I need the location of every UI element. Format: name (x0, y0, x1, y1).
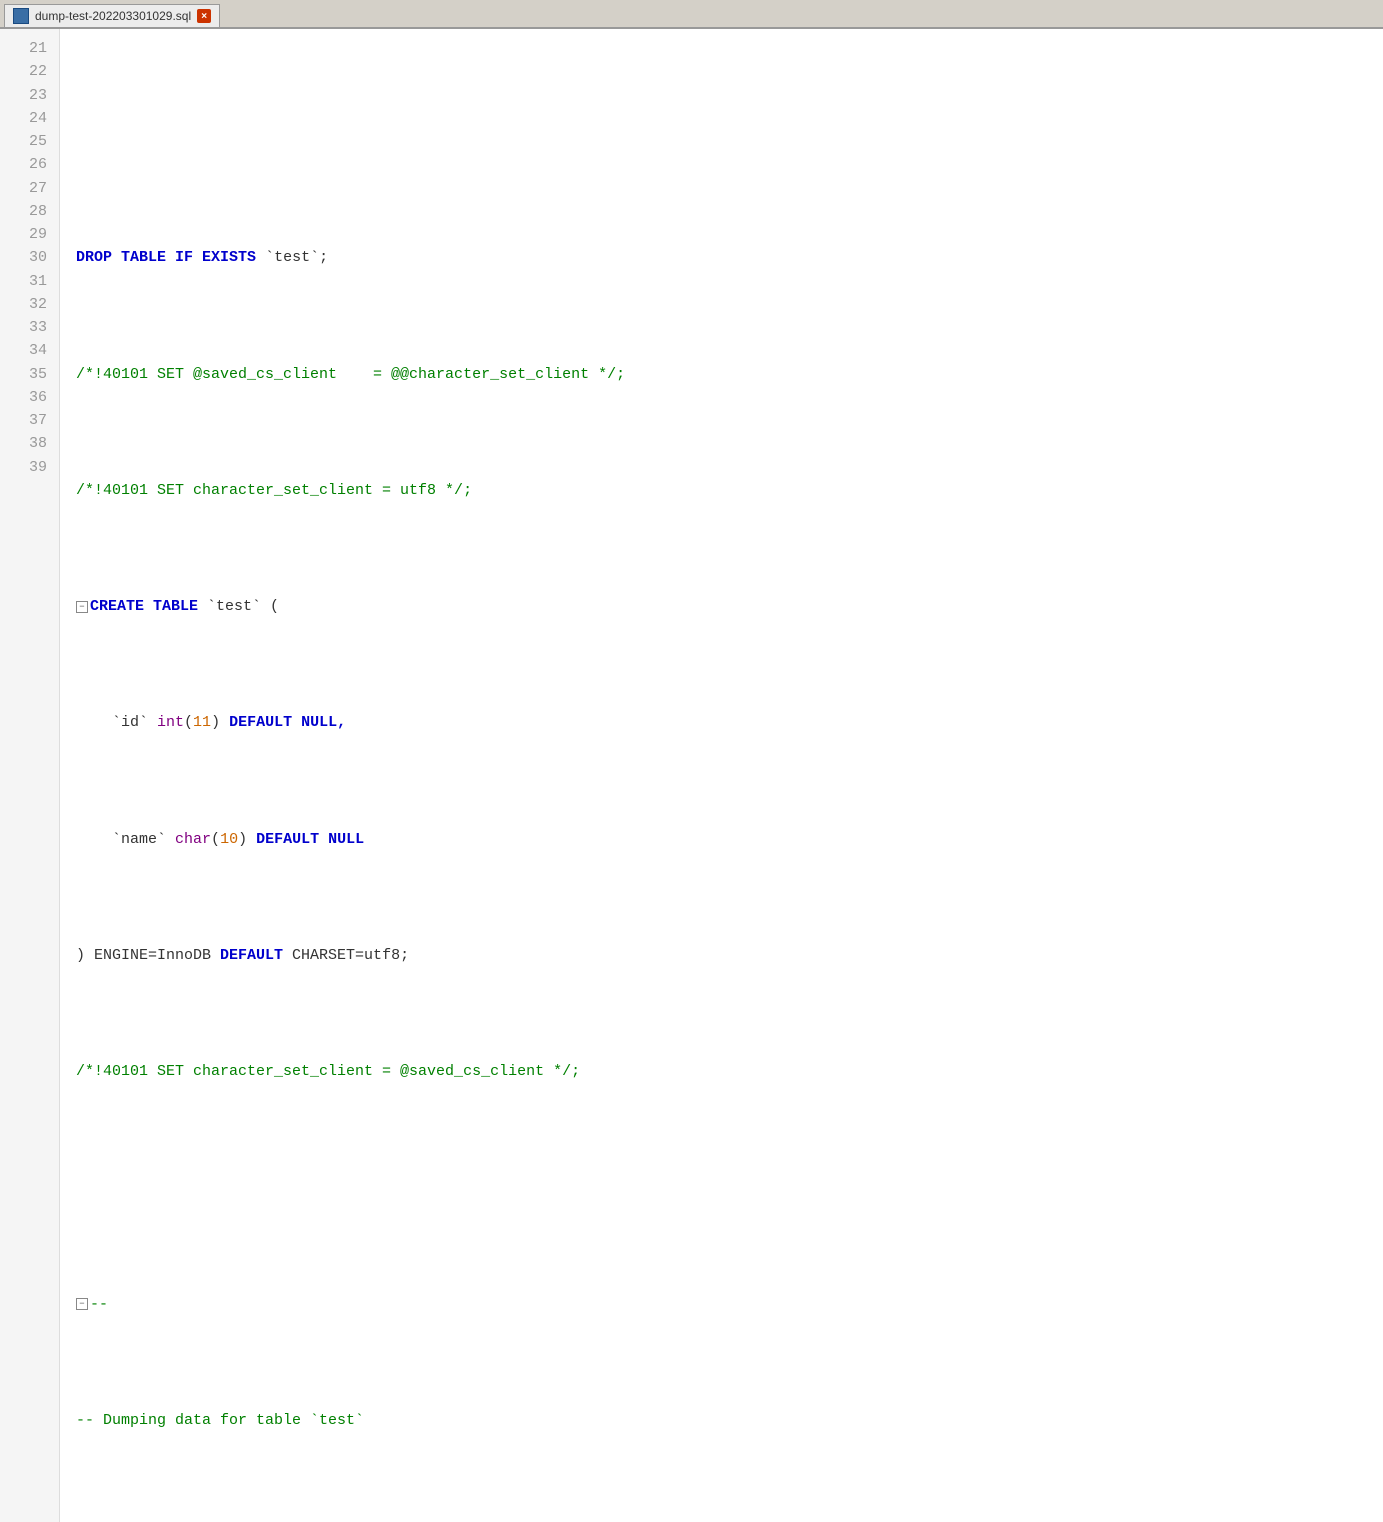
indent-27: `name` (76, 828, 175, 851)
code-line-31: −-- (76, 1293, 1383, 1316)
kw-table: TABLE (121, 246, 175, 269)
paren-close: ) (211, 711, 229, 734)
comment-29: /*!40101 SET character_set_client = @sav… (76, 1060, 580, 1083)
paren-close-27: ) (238, 828, 256, 851)
code-line-29: /*!40101 SET character_set_client = @sav… (76, 1060, 1383, 1083)
comment-31: -- (90, 1293, 108, 1316)
line-number: 28 (0, 200, 59, 223)
kw-default-28: DEFAULT (220, 944, 283, 967)
kw-create: CREATE (90, 595, 144, 618)
code-line-21 (76, 130, 1383, 153)
paren-open-27: ( (211, 828, 220, 851)
plain-text: `test`; (256, 246, 328, 269)
line-number: 30 (0, 246, 59, 269)
line-number: 26 (0, 153, 59, 176)
paren-open: ( (184, 711, 193, 734)
line-number: 33 (0, 316, 59, 339)
comment-23: /*!40101 SET @saved_cs_client = @@charac… (76, 363, 625, 386)
indent-26: `id` (76, 711, 157, 734)
code-line-23: /*!40101 SET @saved_cs_client = @@charac… (76, 363, 1383, 386)
line-number: 38 (0, 432, 59, 455)
line-number: 27 (0, 177, 59, 200)
line-number: 35 (0, 363, 59, 386)
editor-container: 21 22 23 24 25 26 27 28 29 30 31 32 33 3… (0, 29, 1383, 1522)
kw-table-25: TABLE (153, 595, 198, 618)
line-number: 23 (0, 84, 59, 107)
tab-close-button[interactable]: × (197, 9, 211, 23)
code-line-22: DROP TABLE IF EXISTS `test`; (76, 246, 1383, 269)
type-char: char (175, 828, 211, 851)
code-line-30 (76, 1176, 1383, 1199)
collapse-btn-31[interactable]: − (76, 1298, 88, 1310)
num-11: 11 (193, 711, 211, 734)
comment-24: /*!40101 SET character_set_client = utf8… (76, 479, 472, 502)
line-number: 21 (0, 37, 59, 60)
plain-25 (144, 595, 153, 618)
file-tab[interactable]: dump-test-202203301029.sql × (4, 4, 220, 27)
line-number: 31 (0, 270, 59, 293)
tab-filename: dump-test-202203301029.sql (35, 9, 191, 23)
sql-file-icon (13, 8, 29, 24)
plain-25b: `test` ( (198, 595, 279, 618)
line-number: 37 (0, 409, 59, 432)
kw-default-26: DEFAULT NULL, (229, 711, 346, 734)
plain-28b: CHARSET=utf8; (283, 944, 409, 967)
kw-if: IF (175, 246, 202, 269)
collapse-btn-25[interactable]: − (76, 601, 88, 613)
line-numbers: 21 22 23 24 25 26 27 28 29 30 31 32 33 3… (0, 29, 60, 1522)
line-number: 34 (0, 339, 59, 362)
line-number: 32 (0, 293, 59, 316)
num-10: 10 (220, 828, 238, 851)
line-number: 36 (0, 386, 59, 409)
kw-exists: EXISTS (202, 246, 256, 269)
code-line-28: ) ENGINE=InnoDB DEFAULT CHARSET=utf8; (76, 944, 1383, 967)
line-number: 39 (0, 456, 59, 479)
code-line-26: `id` int(11) DEFAULT NULL, (76, 711, 1383, 734)
line-number: 24 (0, 107, 59, 130)
line-number: 22 (0, 60, 59, 83)
code-line-27: `name` char(10) DEFAULT NULL (76, 828, 1383, 851)
line-number: 29 (0, 223, 59, 246)
kw-default-27: DEFAULT NULL (256, 828, 364, 851)
comment-32: -- Dumping data for table `test` (76, 1409, 364, 1432)
code-line-32: -- Dumping data for table `test` (76, 1409, 1383, 1432)
line-number: 25 (0, 130, 59, 153)
plain-28a: ) ENGINE=InnoDB (76, 944, 220, 967)
type-int: int (157, 711, 184, 734)
code-line-25: −CREATE TABLE `test` ( (76, 595, 1383, 618)
tab-bar: dump-test-202203301029.sql × (0, 0, 1383, 29)
kw-drop: DROP (76, 246, 121, 269)
code-line-24: /*!40101 SET character_set_client = utf8… (76, 479, 1383, 502)
code-area: DROP TABLE IF EXISTS `test`; /*!40101 SE… (60, 29, 1383, 1522)
